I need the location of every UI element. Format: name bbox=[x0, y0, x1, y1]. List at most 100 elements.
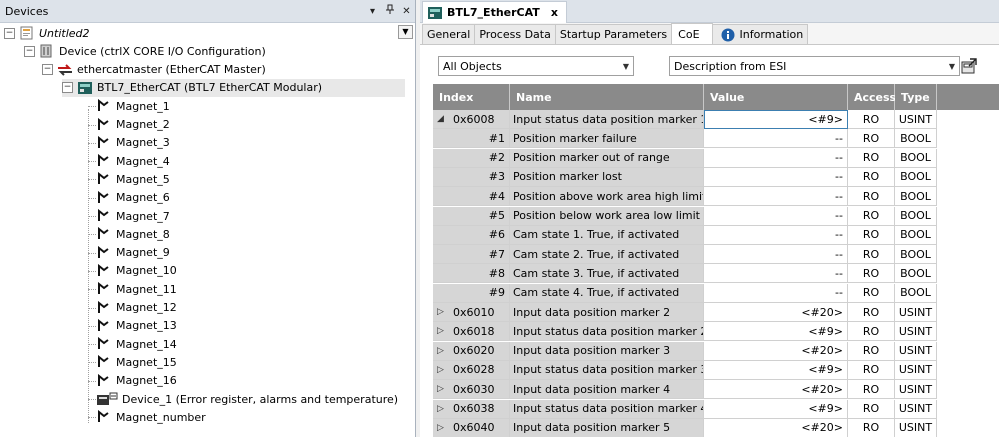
cell-value[interactable]: <#20> bbox=[704, 341, 848, 361]
tab-general[interactable]: General bbox=[422, 24, 476, 44]
cell-value[interactable]: -- bbox=[704, 206, 848, 226]
tree-item[interactable]: Magnet_3 bbox=[94, 134, 170, 152]
cell-value[interactable]: -- bbox=[704, 225, 848, 245]
table-row[interactable]: ◢ 0x6008 Input status data position marker… bbox=[433, 110, 937, 129]
cell-access: RO bbox=[848, 148, 895, 168]
description-source-select[interactable]: Description from ESI ▼ bbox=[669, 56, 960, 76]
tree-item[interactable]: Magnet_7 bbox=[94, 207, 170, 225]
tree-item[interactable]: Magnet_2 bbox=[94, 116, 170, 134]
tree-item[interactable]: Magnet_11 bbox=[94, 280, 177, 298]
tree-item[interactable]: − BTL7_EtherCAT (BTL7 EtherCAT Modular) bbox=[62, 78, 405, 97]
expand-icon[interactable]: ▷ bbox=[437, 346, 449, 356]
cell-value[interactable]: <#9> bbox=[704, 322, 848, 342]
cell-type: USINT bbox=[895, 303, 937, 322]
tree-item[interactable]: Magnet_5 bbox=[94, 170, 170, 188]
table-row[interactable]: #2 Position marker out of range -- RO BOOL bbox=[433, 148, 937, 168]
cell-type: BOOL bbox=[895, 225, 937, 245]
close-icon[interactable]: x bbox=[551, 6, 558, 19]
export-icon[interactable] bbox=[961, 58, 977, 74]
tree-item[interactable]: Magnet_10 bbox=[94, 262, 177, 280]
tree-item[interactable]: − ethercatmaster (EtherCAT Master) bbox=[42, 61, 266, 79]
col-header-access[interactable]: Access bbox=[848, 84, 896, 110]
cell-value[interactable]: -- bbox=[704, 187, 848, 207]
col-header-index[interactable]: Index bbox=[433, 84, 510, 110]
object-filter-select[interactable]: All Objects ▼ bbox=[438, 56, 634, 76]
expand-icon[interactable]: ▷ bbox=[437, 423, 449, 433]
panel-menu-icon[interactable]: ▾ bbox=[364, 6, 381, 17]
cell-index: #9 bbox=[433, 283, 510, 303]
col-header-name[interactable]: Name bbox=[510, 84, 704, 110]
cell-value[interactable]: -- bbox=[704, 129, 848, 149]
tree-item[interactable]: Magnet_1 bbox=[94, 97, 170, 115]
table-row[interactable]: #1 Position marker failure -- RO BOOL bbox=[433, 129, 937, 149]
tree-item[interactable]: Magnet_16 bbox=[94, 372, 177, 390]
collapse-icon[interactable]: − bbox=[24, 45, 35, 57]
expand-icon[interactable]: ▷ bbox=[437, 326, 449, 336]
tree-item[interactable]: Magnet_14 bbox=[94, 335, 177, 353]
cell-value[interactable]: -- bbox=[704, 283, 848, 303]
tree-item[interactable]: Magnet_8 bbox=[94, 225, 170, 243]
document-tabstrip: BTL7_EtherCAT x bbox=[420, 0, 999, 23]
cell-value[interactable]: <#20> bbox=[704, 380, 848, 400]
tree-item-label: Magnet_14 bbox=[116, 337, 177, 351]
cell-value[interactable]: -- bbox=[704, 264, 848, 284]
tree-item[interactable]: Magnet_12 bbox=[94, 299, 177, 317]
table-row[interactable]: #9 Cam state 4. True, if activated -- RO BOO… bbox=[433, 283, 937, 303]
tree-item[interactable]: − Untitled2 bbox=[4, 24, 90, 42]
tree-item[interactable]: Device_1 (Error register, alarms and tem… bbox=[94, 390, 398, 408]
table-row[interactable]: #5 Position below work area low limit -- RO… bbox=[433, 206, 937, 226]
tab-startup-parameters[interactable]: Startup Parameters bbox=[554, 24, 673, 44]
tree-item-label: Device_1 (Error register, alarms and tem… bbox=[122, 392, 399, 406]
table-row[interactable]: ▷ 0x6028 Input status data position marker… bbox=[433, 360, 937, 380]
cell-value[interactable]: <#20> bbox=[704, 303, 848, 322]
collapse-icon[interactable]: − bbox=[62, 82, 73, 94]
cell-value[interactable]: <#9> bbox=[704, 110, 848, 129]
col-header-value[interactable]: Value bbox=[704, 84, 848, 110]
table-row[interactable]: ▷ 0x6038 Input status data position marker… bbox=[433, 399, 937, 419]
table-row[interactable]: ▷ 0x6018 Input status data position marker… bbox=[433, 322, 937, 342]
col-header-type[interactable]: Type bbox=[895, 84, 937, 110]
chevron-down-icon[interactable]: ▼ bbox=[398, 25, 413, 39]
pin-icon[interactable] bbox=[381, 4, 398, 18]
cell-name: Cam state 1. True, if activated bbox=[510, 225, 704, 245]
magnet-icon bbox=[96, 355, 112, 369]
collapse-icon[interactable]: − bbox=[42, 64, 53, 76]
cell-value[interactable]: <#20> bbox=[704, 418, 848, 437]
cell-index: #7 bbox=[433, 245, 510, 265]
cell-value[interactable]: <#9> bbox=[704, 399, 848, 419]
expand-icon[interactable]: ▷ bbox=[437, 404, 449, 414]
tree-item[interactable]: Magnet_9 bbox=[94, 244, 170, 262]
cell-value[interactable]: -- bbox=[704, 148, 848, 168]
collapse-icon[interactable]: − bbox=[4, 27, 15, 39]
table-row[interactable]: #7 Cam state 2. True, if activated -- RO BOO… bbox=[433, 245, 937, 265]
tree-item[interactable]: Magnet_number bbox=[94, 408, 206, 426]
tree-item[interactable]: Magnet_6 bbox=[94, 189, 170, 207]
tab-information[interactable]: Information bbox=[711, 24, 809, 44]
tab-process-data[interactable]: Process Data bbox=[474, 24, 556, 44]
close-icon[interactable]: ✕ bbox=[398, 6, 415, 17]
tree-connector bbox=[88, 106, 96, 108]
table-row[interactable]: ▷ 0x6020 Input data position marker 3 <#20>… bbox=[433, 341, 937, 361]
cell-value[interactable]: -- bbox=[704, 245, 848, 265]
tree-item[interactable]: Magnet_4 bbox=[94, 152, 170, 170]
tree-item[interactable]: − Device (ctrlX CORE I/O Configuration) bbox=[24, 42, 266, 60]
expand-icon[interactable]: ▷ bbox=[437, 307, 449, 317]
tree-item[interactable]: Magnet_15 bbox=[94, 353, 177, 371]
table-row[interactable]: ▷ 0x6030 Input data position marker 4 <#20>… bbox=[433, 380, 937, 400]
table-row[interactable]: #4 Position above work area high limit -- R… bbox=[433, 187, 937, 207]
document-tab[interactable]: BTL7_EtherCAT x bbox=[422, 1, 567, 23]
tree-item[interactable]: Magnet_13 bbox=[94, 317, 177, 335]
table-row[interactable]: #8 Cam state 3. True, if activated -- RO BOO… bbox=[433, 264, 937, 284]
cell-value[interactable]: -- bbox=[704, 167, 848, 187]
cell-value[interactable]: <#9> bbox=[704, 360, 848, 380]
expand-icon[interactable]: ▷ bbox=[437, 384, 449, 394]
collapse-icon[interactable]: ◢ bbox=[437, 114, 449, 124]
table-row[interactable]: #6 Cam state 1. True, if activated -- RO BOO… bbox=[433, 225, 937, 245]
cell-access: RO bbox=[848, 167, 895, 187]
table-row[interactable]: ▷ 0x6040 Input data position marker 5 <#20>… bbox=[433, 418, 937, 437]
table-row[interactable]: ▷ 0x6010 Input data position marker 2 <#20>… bbox=[433, 303, 937, 322]
expand-icon[interactable]: ▷ bbox=[437, 365, 449, 375]
tab-coe[interactable]: CoE bbox=[671, 23, 713, 44]
table-row[interactable]: #3 Position marker lost -- RO BOOL bbox=[433, 167, 937, 187]
coe-object-grid: Index Name Value Access Type ◢ 0x6008 Input sta… bbox=[433, 84, 999, 437]
